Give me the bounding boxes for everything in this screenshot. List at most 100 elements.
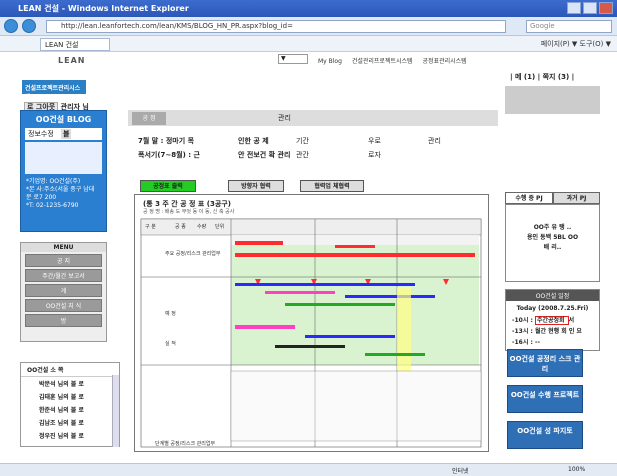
risk-management-button[interactable]: OO건설 공정리 스크 관리: [507, 349, 583, 377]
schedule-cell: 관간: [296, 151, 309, 159]
list-item[interactable]: 배 리..: [506, 243, 599, 253]
list-item[interactable]: 한준석 님의 블 로: [21, 403, 119, 416]
company-phone: : 02-1235-6790: [32, 202, 79, 209]
direction-button[interactable]: 방향자 협력: [228, 180, 284, 192]
company-address: *본 사:주소(서울 중구 남대: [26, 186, 95, 193]
today-title: OO건설 일정: [506, 290, 599, 301]
schedule-cell: 우로: [368, 137, 381, 145]
schedule-cell: 기간: [296, 137, 309, 145]
weekly-schedule-chart: (통 3 주 간 공 정 표 (3공구) 공 정 명 : 배송 도 무엇 동 이…: [134, 194, 489, 452]
schedule-text: --: [534, 339, 540, 346]
topmenu-schedule[interactable]: 공정표관리시스템: [422, 58, 466, 65]
list-item[interactable]: 용인 동백 5BL OO: [506, 233, 599, 243]
top-menu: My Blog 건설관리프로젝트시스템 공정표관리시스템: [318, 56, 475, 65]
window-title: LEAN 건설 - Windows Internet Explorer: [18, 4, 189, 13]
tab-current-pj[interactable]: 수행 중 PJ: [505, 192, 553, 204]
top-select[interactable]: ▼: [278, 54, 308, 64]
maximize-button[interactable]: [583, 2, 597, 14]
list-item[interactable]: 박문석 님의 블 로: [21, 377, 119, 390]
topmenu-myblog[interactable]: My Blog: [318, 58, 342, 65]
tools-menu[interactable]: 페이지(P) ▼ 도구(O) ▼: [541, 39, 611, 49]
schedule-row-2: 폭서기(7~8월) : 근 안 전보건 확 관리 관간 로자: [138, 150, 381, 160]
list-item[interactable]: 김태훈 님의 블 로: [21, 390, 119, 403]
window-titlebar: LEAN 건설 - Windows Internet Explorer: [0, 0, 617, 17]
schedule-cell: 관리: [428, 137, 441, 145]
schedule-tail: 서: [568, 317, 575, 324]
gantt-row-label: 예 정: [165, 310, 176, 317]
gantt-left-label-2: 단계별 공정/리스크 관리업무: [155, 440, 215, 447]
topmenu-system[interactable]: 건설관리프로젝트시스템: [352, 58, 413, 65]
schedule-time: -10시 :: [512, 317, 533, 324]
search-input[interactable]: Google: [526, 20, 612, 33]
gantt-header: 구 분: [145, 224, 156, 230]
gantt-header: 공 종: [175, 224, 186, 230]
schedule-cell: 인한 공 제: [238, 137, 269, 145]
minimize-button[interactable]: [567, 2, 581, 14]
blog-button[interactable]: 블: [61, 129, 72, 139]
gantt-header: 수량: [197, 223, 207, 230]
system-banner[interactable]: 건설프로젝트관리시스템: [22, 80, 86, 101]
today-schedule: OO건설 일정 Today (2008.7.25.Fri) -10시 : 주간공…: [505, 289, 600, 351]
blog-info-row: 정보수정 블: [25, 128, 102, 140]
blog-photo: [25, 142, 102, 174]
page-content: LEAN ▼ My Blog 건설관리프로젝트시스템 공정표관리시스템 건설프로…: [0, 52, 617, 462]
schedule-time: -13시 :: [512, 328, 533, 335]
menu-item-board[interactable]: 게: [25, 284, 102, 297]
portfolio-button[interactable]: OO건설 성 파지토: [507, 421, 583, 449]
menu-item-knowledge[interactable]: OO건설 지 식: [25, 299, 102, 312]
internet-zone: 인터넷: [452, 468, 469, 475]
notice-bar: 공 정 관리: [128, 110, 498, 126]
schedule-text: 월간 현행 회 인 요: [534, 328, 582, 335]
schedule-item[interactable]: -13시 : 월간 현행 회 인 요: [506, 325, 599, 336]
tab-past-pj[interactable]: 과거 PJ: [553, 192, 600, 204]
member-blog-box: OO건설 소 쪽 박문석 님의 블 로 김태훈 님의 블 로 한준석 님의 블 …: [20, 362, 120, 447]
status-bar: 인터넷 100%: [0, 463, 617, 476]
zoom-level[interactable]: 100%: [568, 466, 585, 473]
pj-list: OO주 유 탱 .. 용인 동백 5BL OO 배 리..: [505, 204, 600, 282]
schedule-cell: 안 전보건 확 관리: [238, 151, 291, 159]
member-scrollbar[interactable]: [112, 375, 119, 447]
schedule-cell: 로자: [368, 151, 381, 159]
notice-label: 관리: [278, 114, 291, 122]
member-title: OO건설 소 쪽: [21, 363, 119, 377]
menu-item-report[interactable]: 주간/월간 보고서: [25, 269, 102, 282]
cooperation-button[interactable]: 협력업 체협력: [300, 180, 364, 192]
schedule-notes: 7월 말 : 정마기 목 인한 공 제 기간 우로 관리 폭서기(7~8월) :…: [130, 132, 505, 170]
menu-title: MENU: [21, 243, 106, 252]
schedule-cell: 폭서기(7~8월) : 근: [138, 151, 200, 159]
company-phone-row: *T: 02-1235-6790: [26, 202, 101, 210]
list-item[interactable]: OO주 유 탱 ..: [506, 223, 599, 233]
menu-box: MENU 공 지 주간/월간 보고서 게 OO건설 지 식 방: [20, 242, 107, 342]
schedule-text: 주간공정회: [534, 316, 569, 325]
menu-item-notice[interactable]: 공 지: [25, 254, 102, 267]
company-address-2: 문 로7 200: [26, 194, 57, 201]
logo[interactable]: LEAN: [58, 56, 85, 65]
project-button[interactable]: OO건설 수행 프로젝트: [507, 385, 583, 413]
right-banner: [505, 86, 600, 114]
schedule-item[interactable]: -10시 : 주간공정회 서: [506, 314, 599, 325]
info-edit-label[interactable]: 정보수정: [28, 130, 54, 138]
menu-item-guestbook[interactable]: 방: [25, 314, 102, 327]
gantt-left-label: 주요 공정/리스크 관리업무: [165, 250, 221, 257]
list-item[interactable]: 정우진 님의 블 로: [21, 429, 119, 442]
message-counter[interactable]: | 메 (1) | 쪽지 (3) |: [510, 72, 574, 82]
address-bar-area: http://lean.leanfortech.com/lean/KMS/BLO…: [0, 17, 617, 36]
schedule-time: -16시 :: [512, 339, 533, 346]
blog-box: OO건설 BLOG 정보수정 블 *기업명: OO건설(주) *본 사:주소(서…: [20, 110, 107, 232]
list-item[interactable]: 김남조 님의 블 로: [21, 416, 119, 429]
close-button[interactable]: [599, 2, 613, 14]
browser-tab[interactable]: LEAN 건설: [40, 38, 110, 51]
print-schedule-button[interactable]: 공정표 출력: [140, 180, 196, 192]
gantt-header: 단위: [215, 223, 224, 230]
schedule-row-1: 7월 말 : 정마기 목 인한 공 제 기간 우로 관리: [138, 136, 441, 146]
today-date: Today (2008.7.25.Fri): [516, 305, 589, 312]
address-input[interactable]: http://lean.leanfortech.com/lean/KMS/BLO…: [46, 20, 506, 33]
back-icon[interactable]: [4, 19, 18, 33]
schedule-cell: 7월 말 : 정마기 목: [138, 137, 195, 145]
company-name: *기업명: OO건설(주): [26, 178, 81, 185]
gantt-row-label: 실 적: [165, 340, 176, 347]
schedule-item[interactable]: -16시 : --: [506, 336, 599, 347]
notice-tab[interactable]: 공 정: [132, 112, 166, 125]
gantt-graphic: 주요 공정/리스크 관리업무 단계별 공정/리스크 관리업무 구 분 공 종 수…: [140, 218, 482, 448]
forward-icon[interactable]: [22, 19, 36, 33]
